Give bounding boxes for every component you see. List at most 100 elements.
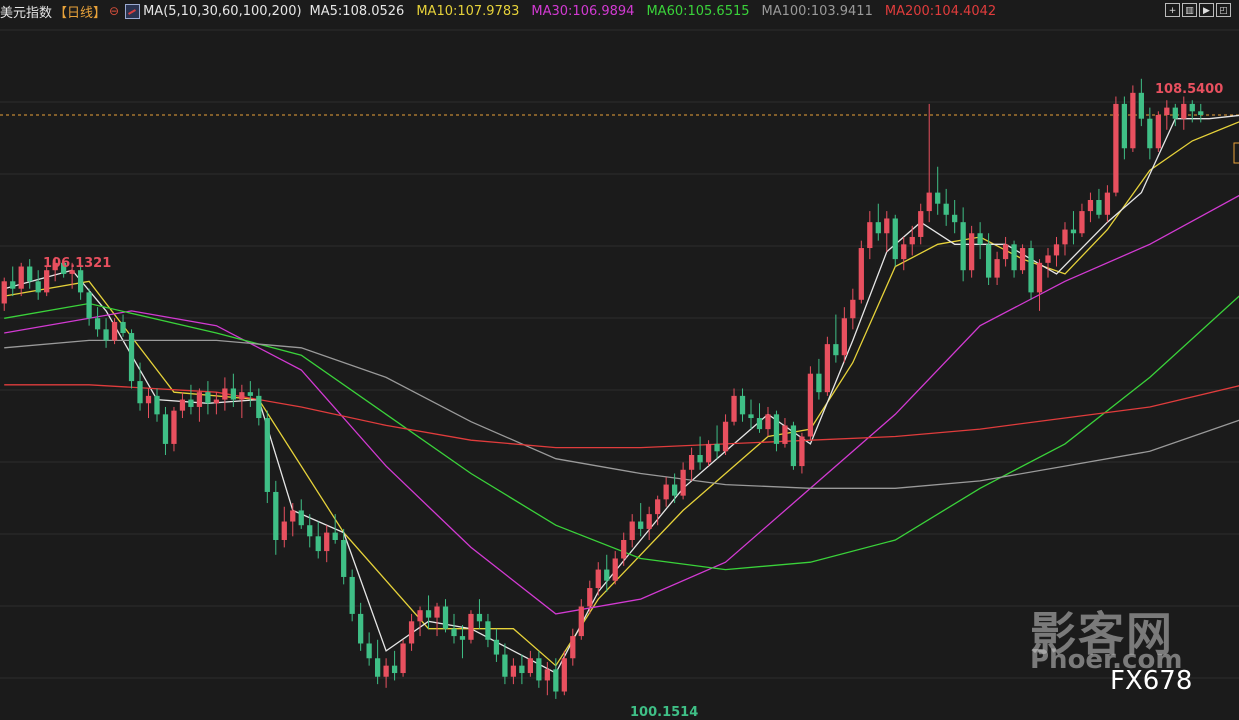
candle (94, 307, 101, 337)
candle-body (621, 540, 627, 559)
candle-body (298, 510, 304, 526)
candle (476, 599, 483, 629)
candle (1053, 236, 1060, 267)
candle (977, 222, 983, 260)
candle (875, 203, 881, 241)
candle (196, 388, 203, 422)
candle (408, 613, 415, 651)
settings-gear-icon[interactable]: ⊖ (109, 4, 119, 18)
candle-body (44, 270, 50, 293)
candle (366, 632, 372, 666)
period-label[interactable]: 【日线】 (54, 2, 106, 21)
candle (1164, 100, 1170, 130)
candle-body (502, 654, 508, 677)
candle (892, 214, 898, 267)
candle-body (553, 669, 559, 692)
candle (629, 514, 635, 548)
candle (358, 602, 364, 651)
candle-body (417, 610, 423, 622)
candle-body (688, 455, 695, 470)
candle-body (671, 484, 678, 496)
candle-body (137, 381, 143, 404)
candle-body (1096, 200, 1102, 215)
candle (901, 236, 907, 271)
candle-body (510, 665, 517, 677)
candle (790, 421, 797, 470)
candle-body (349, 576, 355, 614)
play-icon[interactable]: ▶ (1199, 3, 1214, 17)
candle-body (604, 569, 610, 581)
candle-body (748, 414, 754, 419)
candle-body (222, 388, 228, 400)
candle-body (374, 658, 381, 677)
candle-body (782, 425, 788, 444)
layout-icon[interactable]: ▥ (1182, 3, 1197, 17)
candle-body (1164, 107, 1170, 115)
ma-line-ma10 (4, 121, 1239, 667)
candle-body (536, 658, 542, 681)
candle (1155, 111, 1161, 152)
instrument-title[interactable]: 美元指数 (0, 2, 52, 21)
candle-body (1189, 103, 1195, 112)
candle-body (1172, 107, 1178, 119)
candle (205, 381, 211, 415)
candle (519, 654, 525, 685)
candle-body (391, 665, 398, 674)
candle-body (27, 266, 33, 282)
candle-body (1147, 118, 1153, 149)
candle-body (77, 270, 84, 293)
candle (663, 477, 669, 507)
candle (1079, 203, 1085, 237)
candle (858, 240, 864, 304)
candle-body (1087, 200, 1094, 212)
candle (621, 532, 627, 566)
ma5-value: MA5:108.0526 (309, 3, 405, 19)
candle-body (918, 211, 924, 237)
candle-body (145, 395, 152, 404)
candle (315, 521, 321, 559)
fullscreen-icon[interactable]: ◰ (1216, 3, 1231, 17)
candle (1113, 96, 1119, 197)
candle-body (739, 395, 746, 415)
candle-body (570, 636, 576, 659)
candle (417, 606, 423, 637)
candle (926, 103, 932, 223)
candle-body (442, 606, 449, 629)
candle-body (680, 469, 686, 496)
candle (264, 410, 270, 504)
candle-body (230, 388, 236, 400)
candle (731, 388, 737, 426)
candle (35, 270, 41, 300)
candle (459, 625, 466, 659)
candle (1104, 185, 1111, 223)
candle-body (655, 499, 661, 515)
candle-body (1045, 255, 1051, 263)
candle (374, 639, 381, 685)
candle-body (612, 558, 618, 581)
candle-body (841, 318, 847, 356)
price-axis-marker (1233, 142, 1239, 164)
candle-body (867, 222, 873, 249)
candle-body (1079, 211, 1085, 234)
candle-body (358, 613, 364, 644)
candle-body (1121, 103, 1128, 149)
ma-chart-icon[interactable] (125, 3, 141, 19)
candle-body (977, 233, 983, 245)
candle-body (264, 418, 270, 492)
candle (332, 514, 338, 544)
candle-body (247, 392, 253, 396)
candle-body (646, 514, 652, 529)
candle (739, 388, 746, 422)
candle (714, 425, 720, 459)
candle (222, 377, 228, 411)
ma-definition[interactable]: MA(5,10,30,60,100,200) (143, 4, 301, 19)
candle-body (324, 532, 330, 552)
candle (1, 277, 7, 311)
candle-body (383, 665, 389, 677)
candle-body (1138, 92, 1144, 119)
candle (247, 381, 253, 407)
candle-body (332, 532, 338, 540)
zoom-icon[interactable]: + (1165, 3, 1180, 17)
candle (960, 207, 966, 282)
candle-body (790, 425, 797, 467)
